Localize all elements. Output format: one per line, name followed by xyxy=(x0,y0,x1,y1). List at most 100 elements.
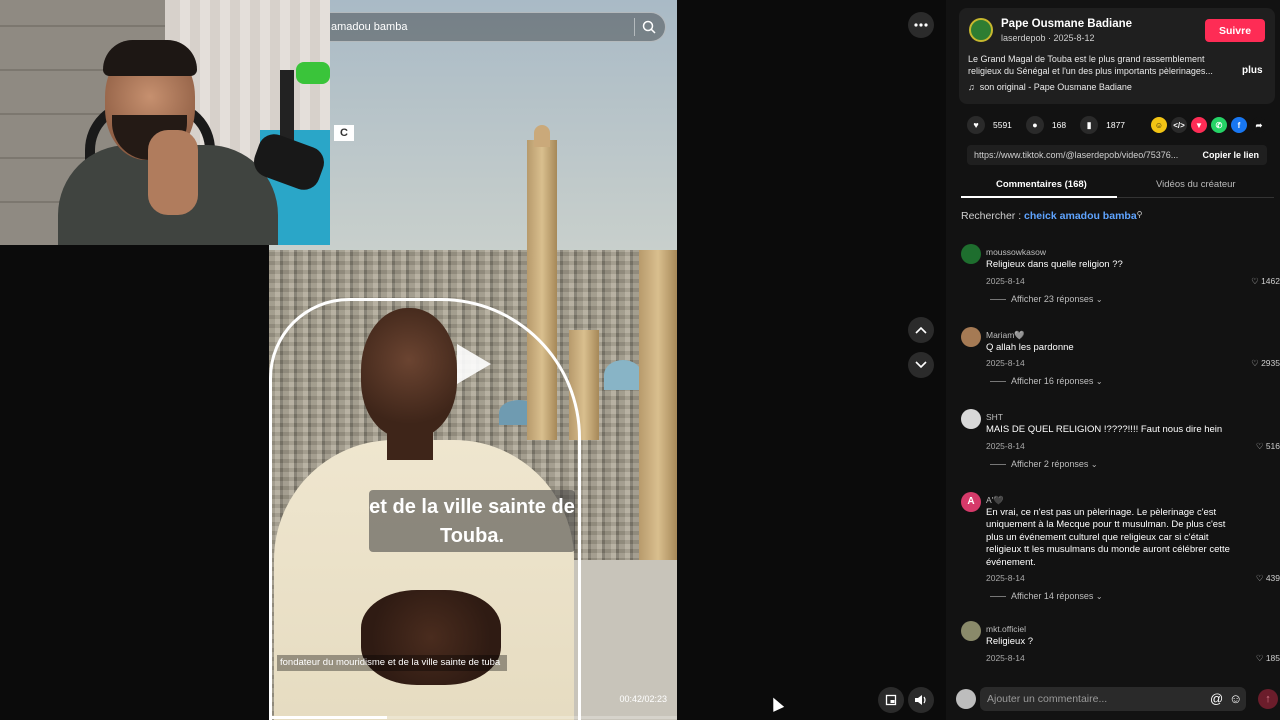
chevron-down-icon: ⌄ xyxy=(1095,294,1103,304)
chevron-down-icon xyxy=(915,361,927,369)
app-root: et de la ville sainte de Touba. fondateu… xyxy=(0,0,1280,720)
comment-date: 2025-8-14 xyxy=(986,358,1025,368)
next-video-button[interactable] xyxy=(908,352,934,378)
video-subtitle: fondateur du mouridisme et de la ville s… xyxy=(277,655,507,671)
follow-button[interactable]: Suivre xyxy=(1205,19,1265,42)
previous-video-button[interactable] xyxy=(908,317,934,343)
tab-comments[interactable]: Commentaires (168) xyxy=(996,179,1087,190)
streamer-hand xyxy=(148,130,198,215)
view-replies-button[interactable]: Afficher 14 réponses ⌄ xyxy=(990,591,1103,601)
chevron-down-icon: ⌄ xyxy=(1090,459,1098,469)
search-suggestion-link[interactable]: cheick amadou bamba xyxy=(1024,210,1137,222)
picture-in-picture-button[interactable] xyxy=(878,687,904,713)
search-suggestion: Rechercher : cheick amadou bamba⚲ xyxy=(961,210,1143,222)
streamer-hair xyxy=(103,40,197,76)
search-query: amadou bamba xyxy=(331,21,408,33)
comment-avatar[interactable] xyxy=(961,621,981,641)
view-replies-button[interactable]: Afficher 23 réponses ⌄ xyxy=(990,294,1103,304)
send-share-icon[interactable]: ▼ xyxy=(1191,117,1207,133)
view-replies-label: Afficher 23 réponses xyxy=(1011,293,1094,304)
more-options-button[interactable] xyxy=(908,12,934,38)
heart-outline-icon: ♡ xyxy=(1255,573,1264,583)
copy-link-button[interactable]: Copier le lien xyxy=(1202,150,1259,160)
music-note-icon: ♫ xyxy=(968,82,975,92)
save-count: 1877 xyxy=(1106,120,1126,130)
video-player[interactable]: et de la ville sainte de Touba. fondateu… xyxy=(269,0,677,720)
comment-text: Religieux ? xyxy=(986,636,1033,647)
comment-text: MAIS DE QUEL RELIGION !????!!!! Faut nou… xyxy=(986,424,1223,435)
comment-date: 2025-8-14 xyxy=(986,652,1025,663)
comment-like-button[interactable]: ♡ 1462 xyxy=(1251,276,1280,287)
mention-icon[interactable]: @ xyxy=(1210,691,1223,706)
share-icons: ☺ </> ▼ ✆ f ➦ xyxy=(1151,117,1267,133)
search-icon[interactable] xyxy=(641,19,657,35)
view-replies-button[interactable]: Afficher 16 réponses ⌄ xyxy=(990,376,1103,386)
minaret-top xyxy=(534,125,550,147)
comment-username[interactable]: SHT xyxy=(986,412,1003,422)
comment-avatar[interactable] xyxy=(961,409,981,429)
like-count: 5591 xyxy=(993,120,1012,130)
video-progress-bar[interactable] xyxy=(269,716,677,719)
pip-icon xyxy=(885,694,897,706)
comment-text: Q allah les pardonne xyxy=(986,341,1074,353)
comment-text: En vrai, ce n'est pas un pèlerinage. Le … xyxy=(986,506,1230,568)
send-comment-button[interactable]: ↑ xyxy=(1258,689,1278,709)
comment-like-count: 439 xyxy=(1265,573,1280,583)
tab-active-indicator xyxy=(961,196,1117,198)
comment-like-count: 1462 xyxy=(1261,275,1280,286)
chevron-up-icon xyxy=(915,326,927,334)
forward-share-icon[interactable]: ➦ xyxy=(1251,117,1267,133)
comment-like-button[interactable]: ♡ 516 xyxy=(1256,441,1280,452)
view-replies-button[interactable]: Afficher 2 réponses ⌄ xyxy=(990,459,1098,469)
search-input[interactable]: amadou bamba xyxy=(300,12,666,42)
view-replies-label: Afficher 16 réponses xyxy=(1011,376,1094,386)
view-replies-label: Afficher 2 réponses xyxy=(1011,458,1089,469)
comment-input[interactable] xyxy=(980,687,1246,711)
comment-username[interactable]: Mariam🩶 xyxy=(986,330,1025,341)
volume-button[interactable] xyxy=(908,687,934,713)
author-name[interactable]: Pape Ousmane Badiane xyxy=(1001,18,1132,30)
play-icon[interactable] xyxy=(457,344,491,384)
comment-icon[interactable]: ● xyxy=(1025,116,1044,134)
heart-icon[interactable]: ♥ xyxy=(967,116,985,134)
comment-like-count: 516 xyxy=(1265,440,1280,451)
music-title: son original - Pape Ousmane Badiane xyxy=(979,82,1132,92)
bookmark-icon[interactable]: ▮ xyxy=(1080,116,1099,134)
comment-avatar[interactable]: A xyxy=(961,491,981,512)
tab-creator-videos[interactable]: Vidéos du créateur xyxy=(1156,179,1236,190)
comment-like-button[interactable]: ♡ 185 xyxy=(1256,653,1280,664)
comment-username[interactable]: mkt.officiel xyxy=(986,624,1026,634)
mic-arm xyxy=(280,70,294,145)
webcam-overlay xyxy=(0,0,330,245)
comment-item: A A'🖤 En vrai, ce n'est pas un pèlerinage.… xyxy=(961,491,1280,622)
comment-date: 2025-8-14 xyxy=(986,573,1025,583)
comment-like-count: 185 xyxy=(1265,652,1280,663)
video-progress-fill xyxy=(269,716,388,719)
comment-avatar[interactable] xyxy=(961,244,981,264)
more-description-button[interactable]: plus xyxy=(1242,65,1263,76)
emoji-share-icon[interactable]: ☺ xyxy=(1151,117,1167,133)
panel-tabs: Commentaires (168) Vidéos du créateur xyxy=(961,176,1274,198)
facebook-icon[interactable]: f xyxy=(1231,117,1247,133)
comment-username[interactable]: moussowkasow xyxy=(986,247,1046,257)
comment-date: 2025-8-14 xyxy=(986,440,1025,451)
whatsapp-icon[interactable]: ✆ xyxy=(1211,117,1227,133)
author-avatar[interactable] xyxy=(969,18,993,42)
music-line[interactable]: ♫ son original - Pape Ousmane Badiane xyxy=(968,82,1132,92)
video-url[interactable]: https://www.tiktok.com/@laserdepob/video… xyxy=(974,150,1178,160)
video-caption: et de la ville sainte de Touba. xyxy=(369,490,575,552)
link-row: https://www.tiktok.com/@laserdepob/video… xyxy=(967,145,1267,165)
comment-like-button[interactable]: ♡ 2935 xyxy=(1251,358,1280,369)
comment-list: moussowkasow Religieux dans quelle religi… xyxy=(961,244,1280,704)
search-small-icon: ⚲ xyxy=(1136,210,1143,219)
chevron-down-icon: ⌄ xyxy=(1095,592,1103,601)
emoji-icon[interactable]: ☺ xyxy=(1229,691,1242,706)
avatar-letter: A xyxy=(967,496,975,507)
comment-username[interactable]: A'🖤 xyxy=(986,495,1004,506)
comment-composer: @ ☺ ↑ xyxy=(946,680,1280,720)
embed-icon[interactable]: </> xyxy=(1171,117,1187,133)
search-divider xyxy=(634,18,635,36)
comment-avatar[interactable] xyxy=(961,326,981,347)
comment-like-button[interactable]: ♡ 439 xyxy=(1256,573,1280,584)
details-panel: Pape Ousmane Badiane laserdepob · 2025-8… xyxy=(946,0,1280,720)
